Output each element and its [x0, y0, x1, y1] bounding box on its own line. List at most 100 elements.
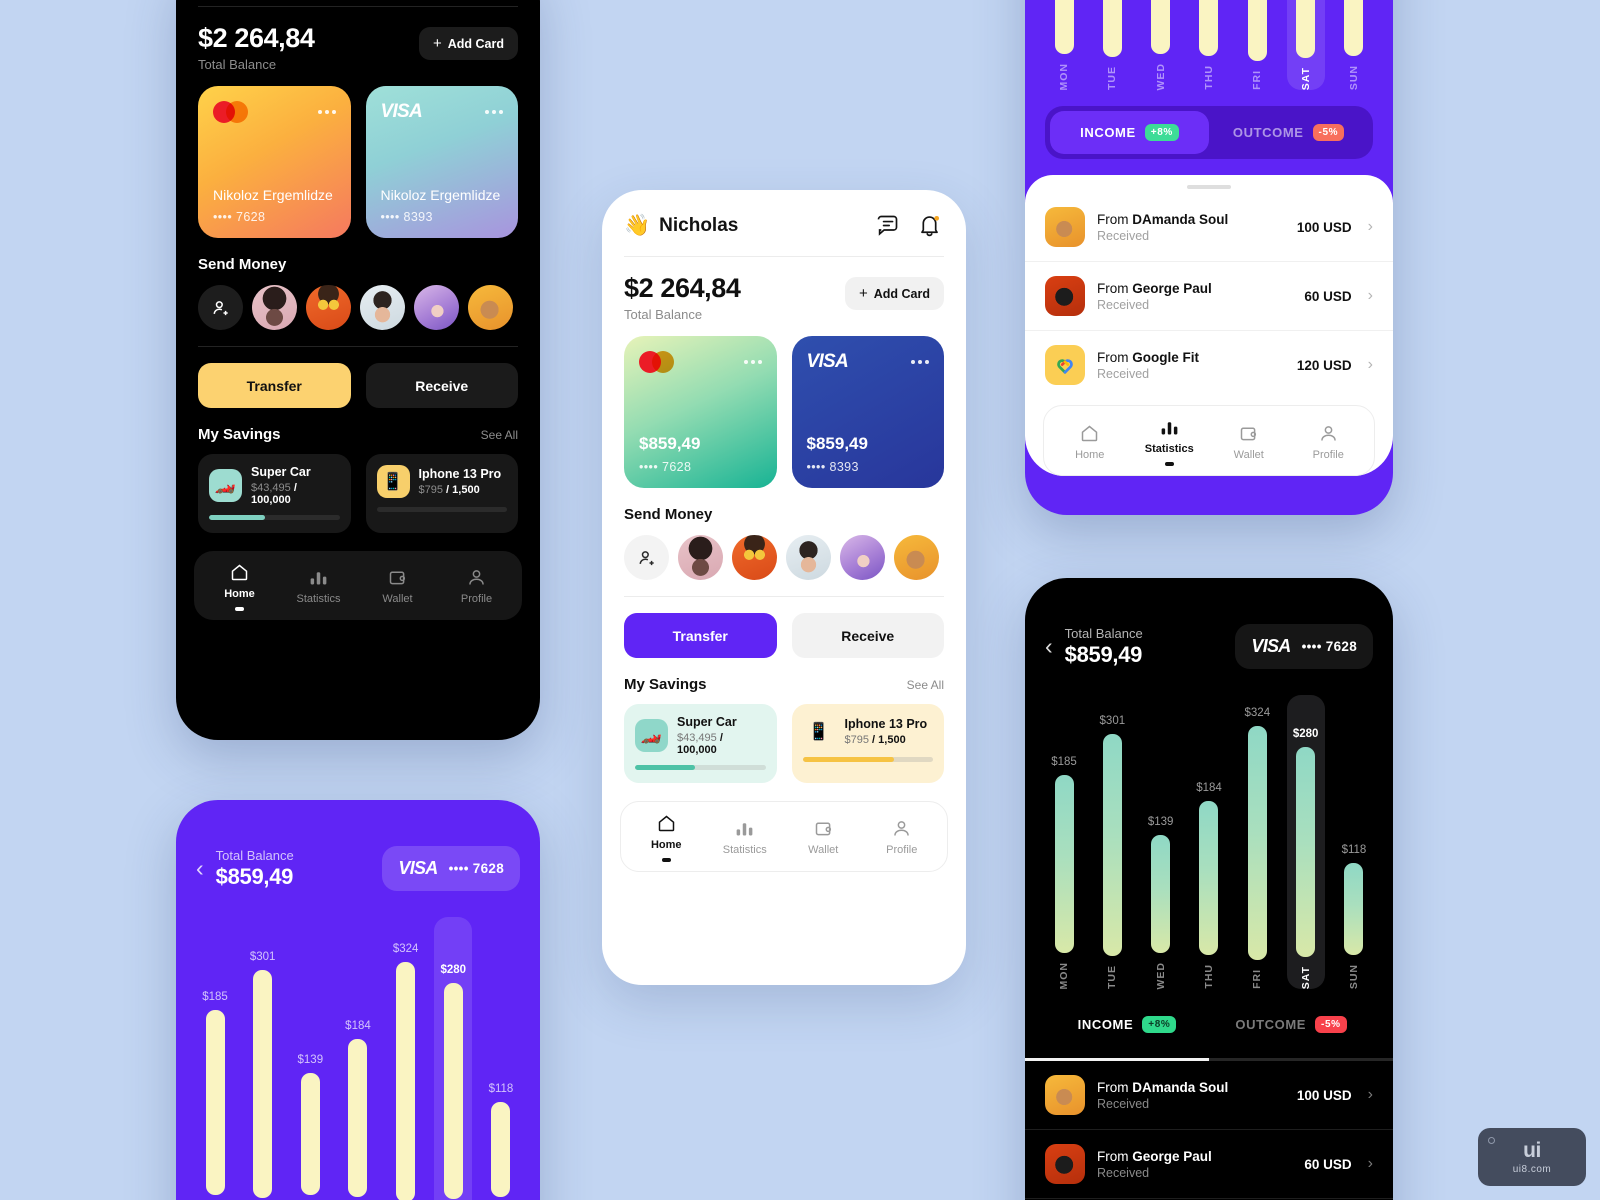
income-outcome-toggle: INCOME +8% OUTCOME -5%: [1045, 106, 1373, 159]
income-tab[interactable]: INCOME +8%: [1050, 111, 1209, 154]
tab-profile[interactable]: Profile: [871, 818, 933, 856]
contact-avatar[interactable]: [252, 285, 297, 330]
card-selector[interactable]: VISA •••• 7628: [1235, 624, 1373, 669]
chart-column-selected[interactable]: $280SAT: [1286, 695, 1325, 989]
chart-column[interactable]: $139WED: [1142, 695, 1180, 990]
transaction-row[interactable]: From George Paul Received 60 USD ›: [1025, 1129, 1393, 1198]
chart-column[interactable]: $324FRI: [1238, 695, 1276, 989]
savings-card-iphone[interactable]: 📱 Iphone 13 Pro $795 / 1,500: [791, 704, 944, 783]
notification-bell-icon[interactable]: [916, 212, 944, 240]
contact-avatar[interactable]: [360, 285, 405, 330]
contact-avatar[interactable]: [306, 285, 351, 330]
card-number: •••• 7628: [1301, 639, 1357, 654]
chevron-right-icon[interactable]: ›: [1368, 1086, 1373, 1104]
add-card-button[interactable]: + Add Card: [844, 277, 944, 310]
more-dots-icon[interactable]: [743, 360, 762, 364]
card-selector[interactable]: VISA •••• 7628: [382, 846, 520, 891]
outcome-tab[interactable]: OUTCOME -5%: [1209, 1003, 1373, 1046]
tab-statistics[interactable]: Statistics: [1138, 417, 1200, 466]
savings-name: Super Car: [251, 465, 311, 479]
tab-profile[interactable]: Profile: [446, 567, 508, 605]
card-visa[interactable]: VISA $859,49 •••• 8393: [791, 336, 944, 488]
transfer-button[interactable]: Transfer: [198, 363, 351, 408]
see-all-link[interactable]: See All: [907, 678, 944, 692]
tab-wallet[interactable]: Wallet: [792, 818, 854, 856]
chart-column-selected[interactable]: $280SAT: [1286, 0, 1325, 90]
chart-column[interactable]: $324FRI: [1238, 0, 1276, 90]
tab-profile[interactable]: Profile: [1297, 423, 1359, 461]
transaction-row[interactable]: From George Paul Received 60 USD ›: [1025, 261, 1393, 330]
card-mastercard[interactable]: Nikoloz Ergemlidze •••• 7628: [198, 86, 351, 238]
tab-wallet[interactable]: Wallet: [367, 567, 429, 605]
chart-column[interactable]: $139WED: [1142, 0, 1180, 90]
chart-column[interactable]: $184THU: [1190, 0, 1228, 90]
receive-button[interactable]: Receive: [791, 613, 944, 658]
chart-column[interactable]: $118SUN: [482, 917, 520, 1200]
contact-avatar[interactable]: [468, 285, 513, 330]
watermark-name: ui: [1523, 1139, 1541, 1162]
chart-column[interactable]: $301TUE: [1093, 0, 1131, 90]
chart-column[interactable]: $185MON: [1045, 0, 1083, 90]
chart-day-label: FRI: [1251, 70, 1264, 90]
add-contact-button[interactable]: [198, 285, 243, 330]
chart-value-label: $280: [440, 963, 467, 976]
savings-card-super-car[interactable]: 🏎️ Super Car $43,495 / 100,000: [624, 704, 777, 783]
chart-column[interactable]: $185MON: [1045, 695, 1083, 990]
chart-column[interactable]: $139WED: [291, 917, 329, 1200]
contact-avatar[interactable]: [786, 535, 831, 580]
savings-card-super-car[interactable]: 🏎️ Super Car $43,495 / 100,000: [198, 454, 351, 533]
contact-avatar[interactable]: [678, 535, 723, 580]
active-indicator: [661, 857, 671, 862]
more-dots-icon[interactable]: [911, 360, 929, 364]
transaction-row[interactable]: From Google Fit Received 120 USD ›: [1025, 330, 1393, 399]
contact-avatar[interactable]: [840, 535, 885, 580]
sheet-grabber[interactable]: [1187, 185, 1231, 189]
transfer-button[interactable]: Transfer: [624, 613, 777, 658]
tab-home[interactable]: Home: [635, 813, 697, 862]
tab-label: Statistics: [1144, 443, 1194, 455]
chart-column[interactable]: $324FRI: [387, 917, 425, 1200]
cards-list: $859,49 •••• 7628 VISA $859,49 •••• 8393: [602, 322, 966, 488]
transaction-row[interactable]: From DAmanda Soul Received 100 USD ›: [1025, 1061, 1393, 1129]
card-visa[interactable]: VISA Nikoloz Ergemlidze •••• 8393: [365, 86, 518, 238]
chevron-right-icon[interactable]: ›: [1368, 356, 1373, 374]
savings-card-iphone[interactable]: 📱 Iphone 13 Pro $795 / 1,500: [365, 454, 518, 533]
card-mastercard[interactable]: $859,49 •••• 7628: [624, 336, 777, 488]
transaction-row[interactable]: From DAmanda Soul Received 100 USD ›: [1025, 193, 1393, 261]
chevron-right-icon[interactable]: ›: [1368, 287, 1373, 305]
add-contact-button[interactable]: [624, 535, 669, 580]
contact-avatar[interactable]: [732, 535, 777, 580]
chevron-right-icon[interactable]: ›: [1368, 218, 1373, 236]
chart-column[interactable]: $301TUE: [244, 917, 282, 1200]
tab-label: Profile: [1312, 448, 1344, 461]
add-card-button[interactable]: + Add Card: [418, 27, 518, 60]
chart-column-selected[interactable]: $280SAT: [434, 917, 473, 1200]
chevron-left-icon[interactable]: ‹: [196, 857, 204, 880]
chevron-left-icon[interactable]: ‹: [1045, 635, 1053, 658]
total-balance-amount: $859,49: [215, 863, 294, 889]
card-amount: $859,49: [806, 434, 868, 453]
chart-column[interactable]: $301TUE: [1093, 695, 1131, 989]
see-all-link[interactable]: See All: [481, 428, 518, 442]
chat-bubble-icon[interactable]: [874, 212, 902, 240]
contact-avatar[interactable]: [414, 285, 459, 330]
total-balance-label: Total Balance: [1064, 625, 1143, 641]
chart-column[interactable]: $118SUN: [1335, 0, 1373, 90]
chart-column[interactable]: $184THU: [339, 917, 377, 1200]
more-dots-icon[interactable]: [485, 110, 503, 114]
chart-column[interactable]: $184THU: [1190, 695, 1228, 989]
tab-home[interactable]: Home: [209, 562, 271, 611]
income-tab[interactable]: INCOME +8%: [1045, 1003, 1209, 1046]
outcome-tab[interactable]: OUTCOME -5%: [1209, 111, 1368, 154]
tab-home[interactable]: Home: [1059, 423, 1121, 461]
chevron-right-icon[interactable]: ›: [1368, 1155, 1373, 1173]
receive-button[interactable]: Receive: [365, 363, 518, 408]
contact-avatar[interactable]: [894, 535, 939, 580]
tab-wallet[interactable]: Wallet: [1218, 423, 1280, 461]
tab-statistics[interactable]: Statistics: [288, 567, 350, 605]
tab-label: Statistics: [722, 844, 767, 857]
more-dots-icon[interactable]: [317, 110, 336, 114]
chart-column[interactable]: $185MON: [196, 917, 234, 1200]
tab-statistics[interactable]: Statistics: [714, 818, 776, 856]
chart-column[interactable]: $118SUN: [1335, 695, 1373, 989]
